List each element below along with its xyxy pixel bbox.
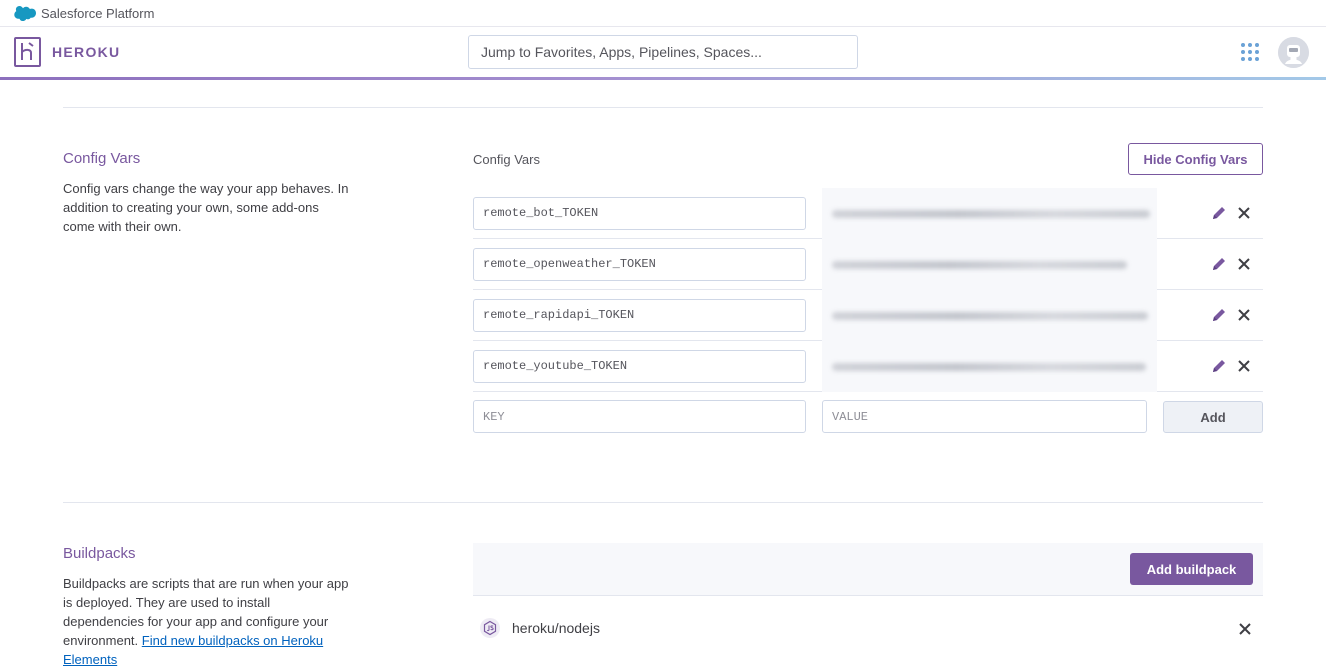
config-var-value-hidden [822,290,1157,341]
config-var-value-hidden [822,188,1157,239]
nodejs-icon [480,618,500,638]
close-icon[interactable] [1237,257,1251,271]
close-icon[interactable] [1237,206,1251,220]
search-input[interactable] [468,35,858,69]
close-icon[interactable] [1238,622,1252,636]
config-vars-description: Config vars change the way your app beha… [63,181,349,234]
config-var-row: remote_youtube_TOKEN [473,341,1263,392]
config-var-key[interactable]: remote_rapidapi_TOKEN [473,299,806,332]
salesforce-bar: Salesforce Platform [0,0,1326,27]
config-var-value-hidden [822,239,1157,290]
buildpacks-section-title: Buildpacks [63,545,136,562]
buildpack-name: heroku/nodejs [512,620,600,636]
salesforce-cloud-icon [14,5,36,21]
edit-icon[interactable] [1211,205,1227,221]
user-avatar-icon[interactable] [1278,37,1309,68]
section-divider [63,107,1263,108]
hide-config-vars-button[interactable]: Hide Config Vars [1128,143,1263,175]
salesforce-platform-label: Salesforce Platform [41,5,155,21]
config-var-row: remote_bot_TOKEN [473,188,1263,239]
add-buildpack-button[interactable]: Add buildpack [1130,553,1253,585]
close-icon[interactable] [1237,308,1251,322]
add-config-var-button[interactable]: Add [1163,401,1263,433]
new-config-key-input[interactable] [473,400,806,433]
edit-icon[interactable] [1211,307,1227,323]
config-var-key[interactable]: remote_youtube_TOKEN [473,350,806,383]
buildpacks-panel-header: Add buildpack [473,543,1263,596]
close-icon[interactable] [1237,359,1251,373]
section-divider [63,502,1263,503]
config-vars-panel-label: Config Vars [473,152,540,167]
config-var-value-hidden [822,341,1157,392]
new-config-value-input[interactable] [822,400,1147,433]
config-var-row: remote_rapidapi_TOKEN [473,290,1263,341]
heroku-logo-icon[interactable] [14,37,41,67]
edit-icon[interactable] [1211,256,1227,272]
buildpacks-description: Buildpacks are scripts that are run when… [63,574,353,669]
config-var-key[interactable]: remote_openweather_TOKEN [473,248,806,281]
edit-icon[interactable] [1211,358,1227,374]
config-vars-section-title: Config Vars [63,150,141,167]
config-var-key[interactable]: remote_bot_TOKEN [473,197,806,230]
buildpack-item: heroku/nodejs [473,597,1263,659]
config-var-row: remote_openweather_TOKEN [473,239,1263,290]
heroku-wordmark[interactable]: HEROKU [52,44,120,60]
heroku-header: HEROKU [0,27,1326,80]
apps-grid-icon[interactable] [1241,43,1260,62]
